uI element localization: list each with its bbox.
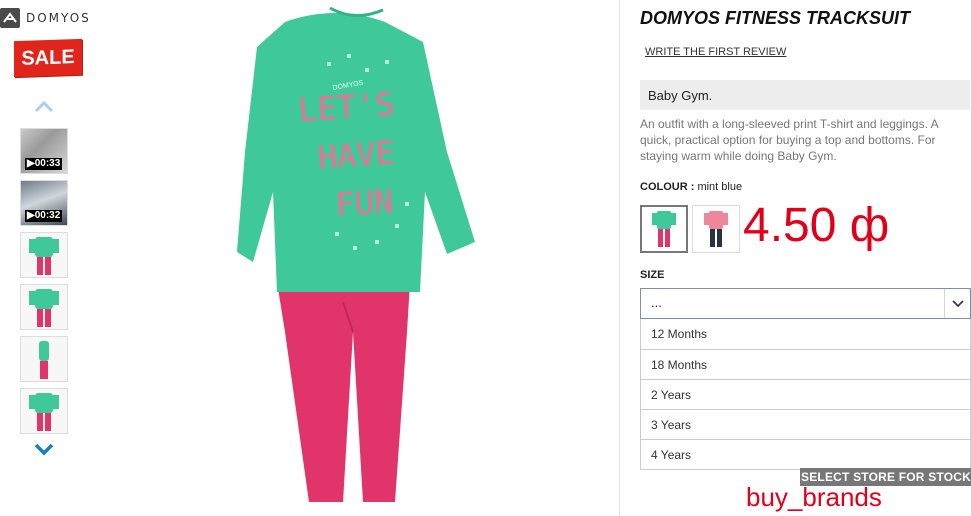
product-description: An outfit with a long-sleeved print T-sh… [640, 117, 938, 163]
watermark-text: buy_brands [746, 482, 882, 512]
chevron-down-icon[interactable] [34, 442, 54, 456]
product-info-panel: DOMYOS FITNESS TRACKSUIT WRITE THE FIRST… [619, 0, 971, 516]
brand-name: DOMYOS [26, 11, 91, 25]
colour-value: mint blue [697, 181, 743, 193]
hero-print-line-1: LET'S [297, 85, 396, 130]
image-thumbnail[interactable] [20, 284, 68, 330]
video-duration: ▶00:32 [25, 210, 63, 222]
colour-swatch-pink[interactable] [692, 205, 740, 253]
product-subtitle: Baby Gym. [640, 80, 970, 110]
product-main-image[interactable]: LET'S HAVE FUN DOMYOS [235, 2, 485, 514]
brand-logo[interactable]: DOMYOS [0, 6, 91, 30]
video-thumbnail[interactable]: ▶00:32 [20, 180, 68, 226]
video-thumbnail[interactable]: ▶00:33 [20, 128, 68, 174]
size-select[interactable]: ... [640, 288, 971, 319]
size-options-list: 12 Months 18 Months 2 Years 3 Years 4 Ye… [640, 319, 971, 470]
domyos-logo-icon [0, 8, 20, 28]
hero-print-line-3: FUN [334, 182, 394, 224]
colour-label: COLOUR : mint blue [640, 181, 742, 193]
size-option[interactable]: 4 Years [641, 439, 970, 469]
size-label: SIZE [640, 269, 665, 281]
size-option[interactable]: 18 Months [641, 349, 970, 379]
size-option[interactable]: 2 Years [641, 379, 970, 409]
product-title: DOMYOS FITNESS TRACKSUIT [640, 8, 911, 28]
write-review-link[interactable]: WRITE THE FIRST REVIEW [645, 46, 786, 58]
image-thumbnail[interactable] [20, 336, 68, 382]
size-option[interactable]: 3 Years [641, 409, 970, 439]
chevron-down-icon[interactable] [944, 289, 970, 318]
chevron-up-icon[interactable] [34, 100, 54, 114]
video-duration: ▶00:33 [25, 158, 63, 170]
size-option[interactable]: 12 Months [641, 319, 970, 349]
colour-swatch-mint[interactable] [640, 205, 688, 253]
colour-label-text: COLOUR : [640, 181, 695, 193]
hero-print-line-2: HAVE [316, 133, 396, 176]
image-thumbnail[interactable] [20, 232, 68, 278]
sale-badge: SALE [14, 38, 82, 78]
image-thumbnail[interactable] [20, 388, 68, 434]
product-page: DOMYOS SALE ▶00:33 ▶00:32 LET'S HAVE FUN… [0, 0, 971, 516]
size-select-value: ... [651, 295, 662, 310]
product-price: 4.50 ф [743, 199, 890, 252]
